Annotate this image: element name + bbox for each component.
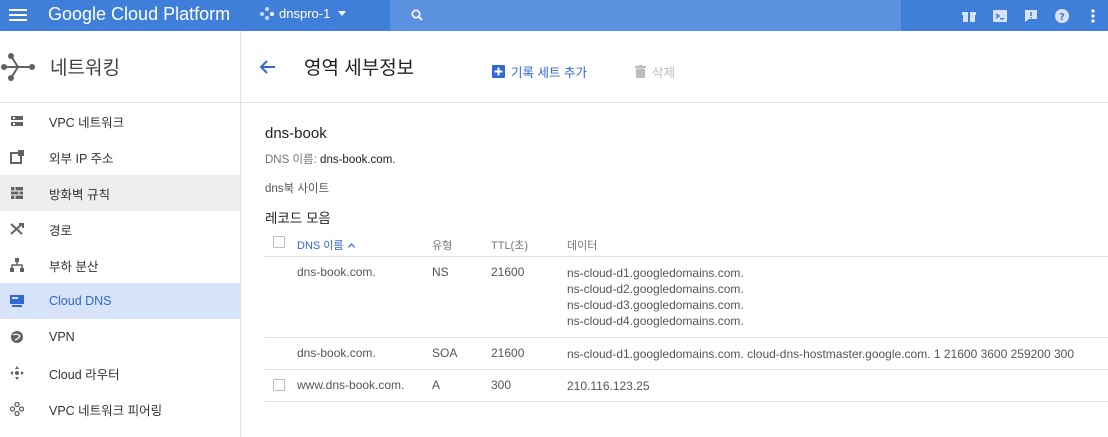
column-header-dns-name[interactable]: DNS 이름 <box>297 237 355 253</box>
sidebar-item-label: 부하 분산 <box>49 259 99 274</box>
record-name: dns-book.com. <box>297 346 376 360</box>
more-vert-icon[interactable] <box>1077 0 1108 31</box>
record-name: www.dns-book.com. <box>297 378 405 392</box>
delete-button[interactable]: 삭제 <box>635 62 675 81</box>
project-selector[interactable]: dnspro-1 <box>260 6 347 21</box>
trash-icon <box>635 65 646 78</box>
sidebar-item-vpc-network[interactable]: VPC 네트워크 <box>0 103 240 139</box>
zone-name: dns-book <box>265 125 327 142</box>
sort-ascending-icon <box>347 243 355 248</box>
search-input[interactable] <box>436 6 876 26</box>
sidebar-item-cloud-dns[interactable]: Cloud DNS <box>0 283 240 319</box>
vpn-icon <box>9 329 25 345</box>
record-ttl: 21600 <box>491 265 525 279</box>
sidebar-item-cloud-router[interactable]: Cloud 라우터 <box>0 355 240 391</box>
sidebar-item-label: Cloud DNS <box>49 294 112 308</box>
column-header-type: 유형 <box>432 240 453 252</box>
sidebar-item-vpn[interactable]: VPN <box>0 319 240 355</box>
sidebar-item-label: 방화벽 규칙 <box>49 187 110 202</box>
select-all-checkbox[interactable] <box>273 236 285 248</box>
back-arrow-icon[interactable] <box>258 57 278 77</box>
record-ttl: 300 <box>491 378 512 392</box>
record-data-line: ns-cloud-d4.googledomains.com. <box>567 314 744 328</box>
brand-title[interactable]: Google Cloud Platform <box>48 4 230 25</box>
record-type: A <box>432 378 441 392</box>
sidebar-item-label: VPN <box>49 330 75 344</box>
record-data-line: ns-cloud-d1.googledomains.com. <box>567 266 744 280</box>
sidebar-item-label: 경로 <box>49 223 73 238</box>
dns-name-label: DNS 이름: <box>265 154 317 166</box>
sidebar: 네트워킹 VPC 네트워크 외부 IP 주소 방화벽 규칙 경로 부하 분산 C… <box>0 31 241 437</box>
sidebar-title: 네트워킹 <box>50 58 120 79</box>
record-data: ns-cloud-d1.googledomains.com. cloud-dns… <box>567 347 1074 361</box>
dns-name-line: DNS 이름: dns-book.com. <box>265 151 395 167</box>
search-icon <box>411 9 423 21</box>
sidebar-item-label: Cloud 라우터 <box>49 367 120 382</box>
routes-icon <box>9 221 25 237</box>
add-record-set-label: 기록 세트 추가 <box>511 66 587 80</box>
table-header: DNS 이름 유형 TTL(초) 데이터 <box>265 229 1108 257</box>
record-sets-table: DNS 이름 유형 TTL(초) 데이터 dns-book.com. NS 21… <box>265 229 1108 402</box>
sidebar-item-routes[interactable]: 경로 <box>0 211 240 247</box>
table-row: dns-book.com. SOA 21600 ns-cloud-d1.goog… <box>265 338 1108 370</box>
load-balancing-icon <box>9 257 25 273</box>
record-data: 210.116.123.25 <box>567 379 650 393</box>
sidebar-item-label: 외부 IP 주소 <box>49 151 114 166</box>
column-header-ttl: TTL(초) <box>491 240 529 252</box>
menu-icon[interactable] <box>9 9 27 22</box>
sidebar-item-firewall[interactable]: 방화벽 규칙 <box>0 175 240 211</box>
sidebar-item-label: VPC 네트워크 피어링 <box>49 403 163 418</box>
vpc-peering-icon <box>9 401 25 417</box>
gift-icon[interactable] <box>953 0 984 31</box>
add-box-icon <box>492 65 505 78</box>
record-name: dns-book.com. <box>297 265 376 279</box>
record-type: NS <box>432 265 449 279</box>
table-row: dns-book.com. NS 21600 ns-cloud-d1.googl… <box>265 257 1108 338</box>
page-title: 영역 세부정보 <box>304 58 415 79</box>
column-header-data: 데이터 <box>567 240 598 252</box>
external-ip-icon <box>9 149 25 165</box>
cloud-router-icon <box>9 365 25 381</box>
record-data-line: ns-cloud-d2.googledomains.com. <box>567 282 744 296</box>
add-record-set-button[interactable]: 기록 세트 추가 <box>492 62 587 81</box>
table-row[interactable]: www.dns-book.com. A 300 210.116.123.25 <box>265 370 1108 402</box>
zone-description: dns북 사이트 <box>265 183 330 195</box>
top-icon-group: ? <box>953 0 1108 31</box>
record-data: ns-cloud-d1.googledomains.com. ns-cloud-… <box>567 265 744 329</box>
sidebar-item-label: VPC 네트워크 <box>49 115 125 130</box>
delete-label: 삭제 <box>652 66 676 80</box>
record-ttl: 21600 <box>491 346 525 360</box>
sidebar-item-vpc-peering[interactable]: VPC 네트워크 피어링 <box>0 391 240 427</box>
cloud-dns-icon <box>9 293 25 309</box>
top-app-bar: Google Cloud Platform dnspro-1 ? <box>0 0 1108 31</box>
chevron-down-icon <box>338 11 347 16</box>
cloud-shell-icon[interactable] <box>984 0 1015 31</box>
sidebar-item-external-ip[interactable]: 외부 IP 주소 <box>0 139 240 175</box>
vpc-network-icon <box>9 113 25 129</box>
project-dots-icon <box>260 6 274 21</box>
firewall-icon <box>9 185 25 201</box>
column-header-label: DNS 이름 <box>297 240 344 252</box>
main-content: 영역 세부정보 기록 세트 추가 삭제 dns-book DNS 이름: dns… <box>241 31 1108 437</box>
sidebar-item-load-balancing[interactable]: 부하 분산 <box>0 247 240 283</box>
dns-name-value: dns-book.com. <box>320 154 396 166</box>
svg-text:?: ? <box>1059 12 1065 23</box>
sidebar-header: 네트워킹 <box>0 31 240 103</box>
notifications-icon[interactable] <box>1015 0 1046 31</box>
record-data-line: ns-cloud-d3.googledomains.com. <box>567 298 744 312</box>
row-checkbox[interactable] <box>273 379 285 391</box>
project-name: dnspro-1 <box>279 6 331 21</box>
record-type: SOA <box>432 346 458 360</box>
networking-icon <box>1 52 35 81</box>
help-icon[interactable]: ? <box>1046 0 1077 31</box>
record-sets-title: 레코드 모음 <box>265 211 331 226</box>
search-bar[interactable] <box>390 0 901 31</box>
